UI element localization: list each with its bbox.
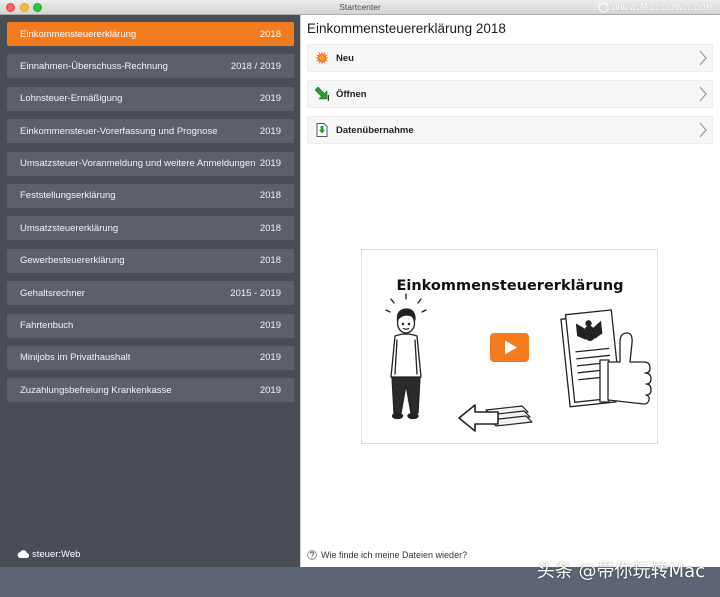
video-heading: Einkommensteuererklärung	[396, 278, 623, 294]
cloud-shape	[17, 550, 29, 558]
sidebar-item-zuzahlungsbefreiung[interactable]: Zuzahlungsbefreiung Krankenkasse 2019	[7, 378, 294, 403]
new-button-label: Neu	[336, 52, 354, 64]
open-button[interactable]: Öffnen	[307, 80, 713, 108]
steuer-web-label: steuer:Web	[32, 548, 81, 560]
man-mouth	[402, 327, 410, 330]
man-shoe	[391, 412, 404, 420]
man-sparkle	[385, 309, 391, 313]
sidebar-item-lohnsteuer-ermaessigung[interactable]: Lohnsteuer-Ermäßigung 2019	[7, 86, 294, 111]
chevron-stroke	[699, 122, 707, 138]
window-zoom-button[interactable]	[33, 2, 42, 12]
sidebar-item-year: 2019	[259, 93, 281, 105]
sidebar-item-year: 2018	[259, 255, 281, 267]
man-shoe	[407, 412, 419, 420]
sidebar-item-feststellungserklaerung[interactable]: Feststellungserklärung 2018	[7, 183, 294, 208]
watermark-logo-icon	[597, 2, 609, 13]
data-import-button[interactable]: Datenübernahme	[307, 116, 713, 144]
man-illustration	[385, 293, 427, 420]
window-titlebar[interactable]: Startcenter www.MacDown.com	[0, 0, 720, 15]
tutorial-video[interactable]: Einkommensteuererklärung	[361, 249, 658, 444]
starburst-icon	[315, 51, 329, 65]
sidebar: Einkommensteuererklärung 2018 Einnahmen-…	[0, 15, 300, 567]
sidebar-item-year: 2019	[259, 352, 281, 364]
sidebar-item-year: 2018	[259, 222, 281, 234]
sidebar-item-label: Zuzahlungsbefreiung Krankenkasse	[20, 384, 172, 396]
sidebar-item-umsatzsteuer-voranmeldung[interactable]: Umsatzsteuer-Voranmeldung und weitere An…	[7, 151, 294, 176]
sidebar-item-label: Einnahmen-Überschuss-Rechnung	[20, 60, 168, 72]
help-icon	[307, 550, 317, 560]
starburst-center	[319, 55, 325, 61]
sidebar-item-label: Einkommensteuer-Vorerfassung und Prognos…	[20, 125, 218, 137]
sidebar-item-vorerfassung-prognose[interactable]: Einkommensteuer-Vorerfassung und Prognos…	[7, 119, 294, 144]
window-minimize-button[interactable]	[19, 2, 29, 12]
product-list: Einkommensteuererklärung 2018 Einnahmen-…	[7, 22, 294, 403]
data-import-button-label: Datenübernahme	[336, 124, 414, 136]
sidebar-item-umsatzsteuererklaerung[interactable]: Umsatzsteuererklärung 2018	[7, 216, 294, 241]
man-eye	[401, 322, 405, 326]
watermark-bottom: 头条 @带你玩转Mac	[536, 561, 705, 582]
man-sparkle	[421, 309, 427, 313]
eagle-head	[585, 320, 592, 327]
chevron-stroke	[699, 86, 707, 102]
sidebar-item-year: 2019	[259, 384, 281, 396]
chevron-stroke	[699, 50, 707, 66]
sidebar-item-label: Gehaltsrechner	[20, 287, 85, 299]
sidebar-item-einkommensteuererklaerung[interactable]: Einkommensteuererklärung 2018	[7, 22, 294, 46]
video-illustration: Einkommensteuererklärung	[385, 278, 652, 432]
watermark-logo-ring	[597, 2, 609, 13]
open-arrow-icon	[315, 87, 329, 101]
sidebar-item-year: 2019	[259, 158, 281, 170]
window-close-button[interactable]	[6, 2, 15, 12]
sidebar-item-label: Umsatzsteuer-Voranmeldung und weitere An…	[20, 158, 256, 170]
play-button[interactable]	[490, 333, 529, 362]
sidebar-item-fahrtenbuch[interactable]: Fahrtenbuch 2019	[7, 313, 294, 338]
chevron-right-icon	[699, 86, 707, 102]
sidebar-item-label: Umsatzsteuererklärung	[20, 222, 119, 234]
sidebar-item-einnahmen-ueberschuss-rechnung[interactable]: Einnahmen-Überschuss-Rechnung 2018 / 201…	[7, 54, 294, 79]
man-eye	[407, 322, 411, 326]
open-button-label: Öffnen	[336, 88, 367, 100]
man-pants	[391, 376, 421, 414]
chevron-right-icon	[699, 50, 707, 66]
help-icon-dot	[311, 557, 313, 559]
new-button[interactable]: Neu	[307, 44, 713, 72]
main-panel: Einkommensteuererklärung 2018 Neu Öffnen	[300, 15, 720, 567]
sidebar-item-label: Gewerbesteuererklärung	[20, 255, 125, 267]
sidebar-item-year: 2018	[259, 190, 281, 202]
cloud-icon	[17, 550, 29, 558]
data-import-icon	[316, 123, 328, 137]
steuer-web-link[interactable]: steuer:Web	[17, 548, 80, 560]
sidebar-item-year: 2018	[259, 28, 281, 40]
watermark-top: www.MacDown.com	[597, 1, 716, 14]
man-sparkle	[417, 298, 422, 304]
man-sparkle	[390, 298, 395, 304]
sidebar-item-label: Fahrtenbuch	[20, 320, 74, 332]
sidebar-item-year: 2019	[259, 125, 281, 137]
help-link[interactable]: Wie finde ich meine Dateien wieder?	[307, 549, 467, 561]
sidebar-item-gehaltsrechner[interactable]: Gehaltsrechner 2015 - 2019	[7, 281, 294, 306]
sidebar-item-year: 2019	[259, 320, 281, 332]
sidebar-item-year: 2018 / 2019	[230, 60, 281, 72]
sidebar-item-label: Feststellungserklärung	[20, 190, 116, 202]
window-title: Startcenter	[339, 2, 381, 12]
sidebar-item-label: Lohnsteuer-Ermäßigung	[20, 93, 123, 105]
sidebar-item-gewerbesteuererklaerung[interactable]: Gewerbesteuererklärung 2018	[7, 248, 294, 273]
help-link-label: Wie finde ich meine Dateien wieder?	[321, 550, 468, 560]
page-title: Einkommensteuererklärung 2018	[307, 21, 506, 36]
sidebar-item-year: 2015 - 2019	[230, 287, 281, 299]
money-arrow-illustration	[458, 404, 533, 432]
sidebar-item-label: Minijobs im Privathaushalt	[20, 352, 131, 364]
watermark-top-text: www.MacDown.com	[611, 2, 716, 13]
open-arrow-shape	[315, 87, 328, 100]
action-list: Neu Öffnen Datenübernahme	[307, 44, 713, 144]
sidebar-item-minijobs[interactable]: Minijobs im Privathaushalt 2019	[7, 345, 294, 370]
chevron-right-icon	[699, 122, 707, 138]
sidebar-item-label: Einkommensteuererklärung	[20, 28, 137, 40]
